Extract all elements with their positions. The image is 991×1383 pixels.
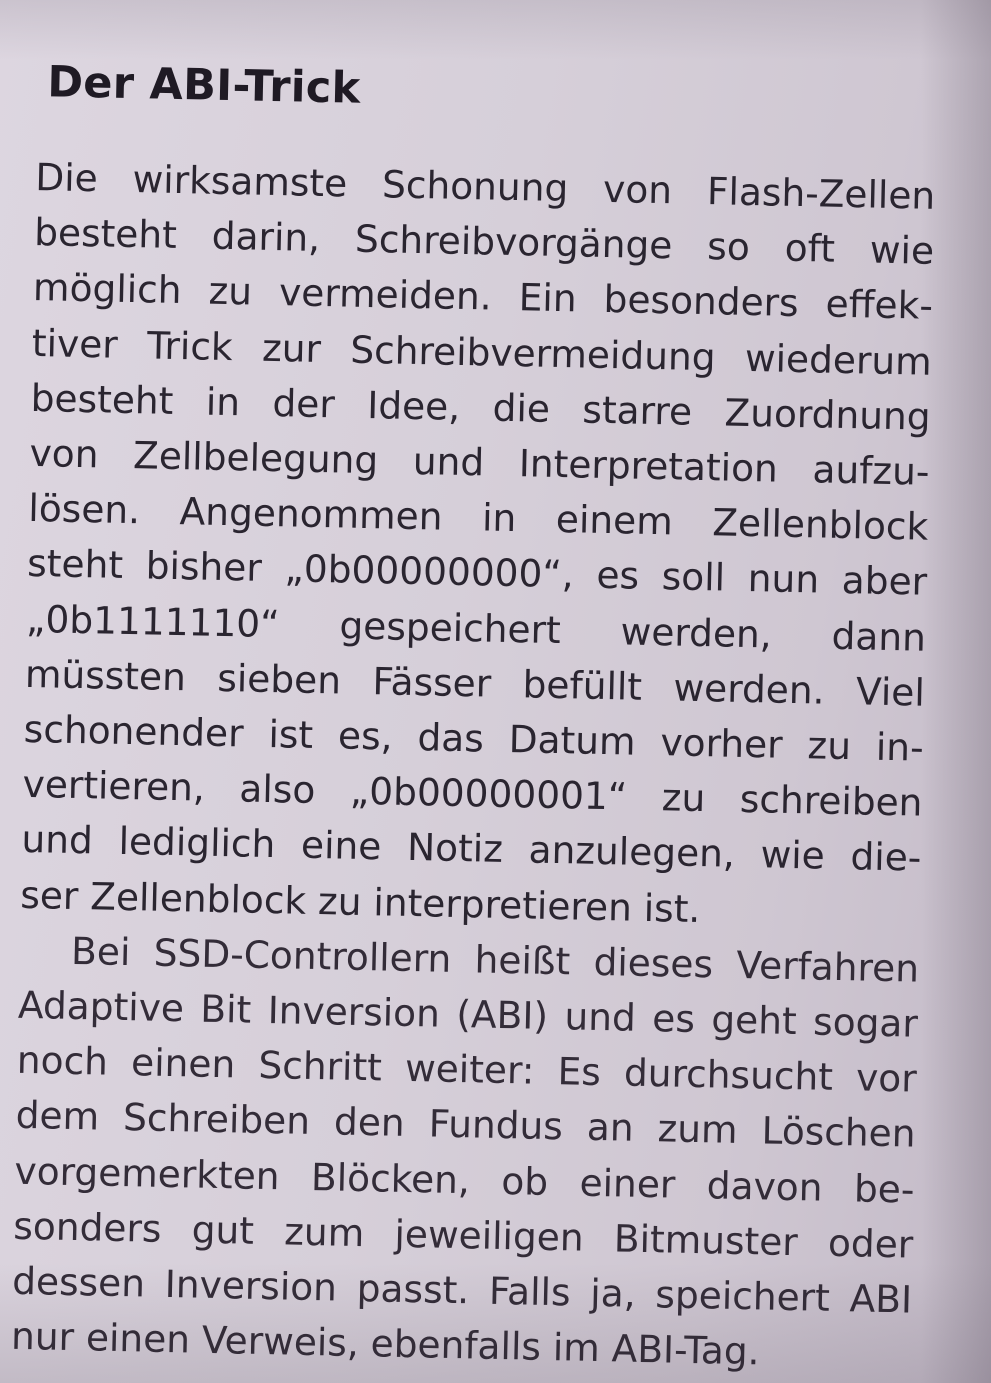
page-shadow-top: [0, 0, 991, 60]
book-page: Der ABI-Trick Die wirksamste Schonung vo…: [0, 0, 991, 1383]
section-heading: Der ABI-Trick: [46, 57, 361, 114]
paragraph-1: Die wirksamste Schonung von Flash-Zellen…: [20, 150, 936, 942]
paragraph-2: Bei SSD-Controllern heißt dieses Verfahr…: [11, 923, 920, 1383]
article: Der ABI-Trick Die wirksamste Schonung vo…: [11, 52, 938, 1383]
